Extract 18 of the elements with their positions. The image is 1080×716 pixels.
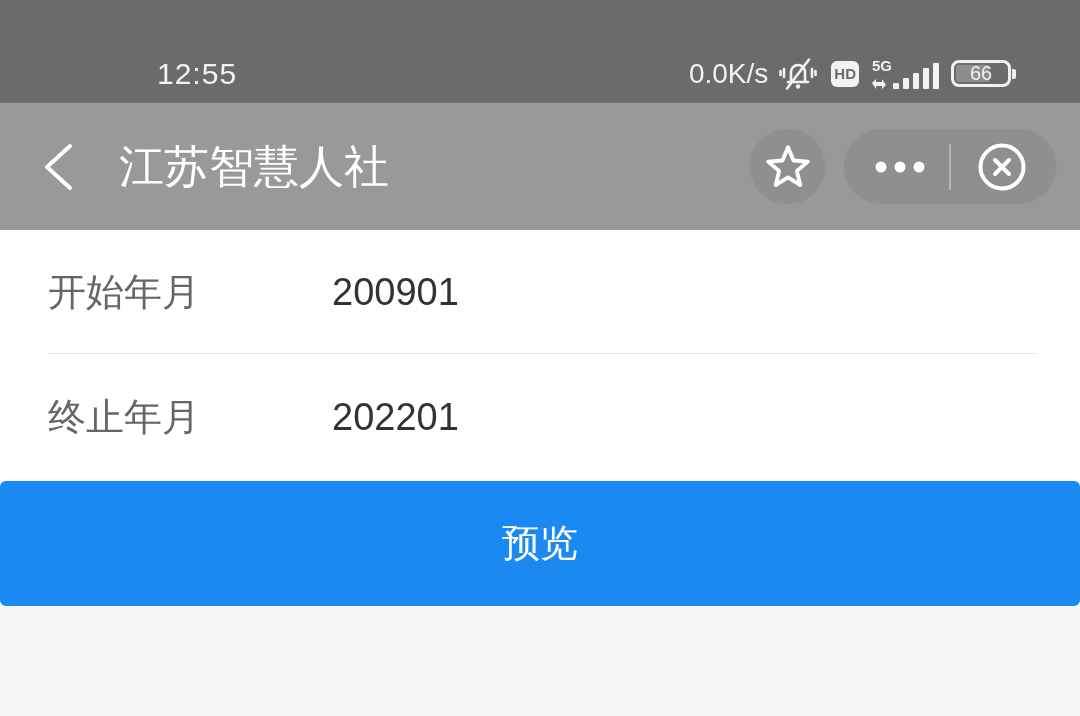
network-type: 5G — [872, 58, 892, 73]
close-icon — [977, 142, 1026, 191]
preview-button[interactable]: 预览 — [0, 481, 1080, 606]
muted-bell-icon — [778, 56, 819, 91]
month-field[interactable]: 202201 — [332, 395, 459, 439]
more-icon — [874, 160, 925, 173]
field-label: 终止年月 — [48, 395, 201, 439]
battery-percentage: 66 — [969, 65, 993, 82]
network-speed: 0.0K/s — [688, 57, 769, 90]
page-title: 江苏智慧人社 — [119, 140, 389, 193]
signal-icon — [893, 62, 939, 89]
status-time: 12:55 — [157, 56, 238, 91]
data-arrows-icon — [872, 78, 886, 89]
hd-indicator: HD — [831, 60, 859, 87]
back-icon[interactable] — [43, 142, 73, 191]
month-field[interactable]: 200901 — [332, 269, 459, 314]
field-label: 开始年月 — [48, 269, 201, 314]
star-icon — [765, 144, 810, 189]
